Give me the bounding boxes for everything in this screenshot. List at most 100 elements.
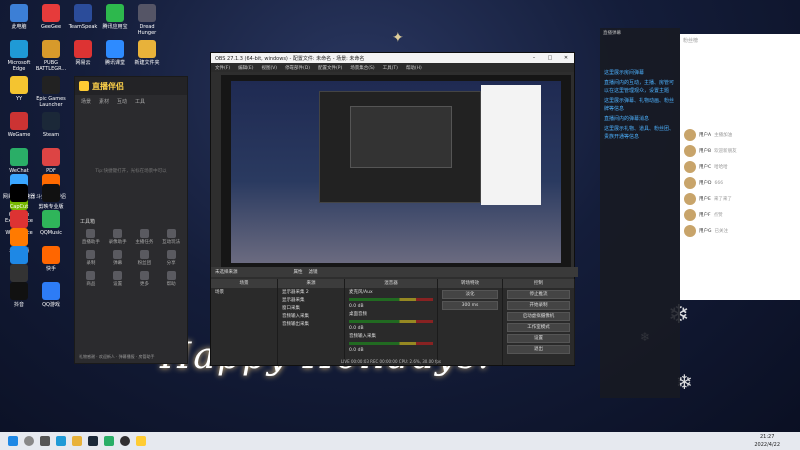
properties-button[interactable]: 属性	[294, 269, 303, 275]
avatar	[684, 129, 696, 141]
maximize-icon[interactable]: □	[542, 55, 558, 61]
menu-item[interactable]: 编辑(E)	[238, 65, 253, 71]
obs-taskbar-icon[interactable]	[120, 436, 130, 446]
control-button[interactable]: 开始录制	[507, 301, 570, 310]
star-decoration: ✦	[392, 30, 404, 46]
app-icon	[74, 40, 92, 58]
windows-start-icon[interactable]	[8, 436, 18, 446]
tool-share[interactable]: 分享	[160, 250, 182, 266]
tool-danmu[interactable]: 弹幕	[107, 250, 129, 266]
close-icon[interactable]: ✕	[558, 55, 574, 61]
tab-assets[interactable]: 素材	[99, 98, 109, 105]
tool-fans[interactable]: 粉丝团	[134, 250, 156, 266]
tool-more[interactable]: 更多	[134, 271, 156, 287]
desktop-icon[interactable]: WeGame	[2, 112, 36, 150]
desktop-icon[interactable]: Steam	[34, 112, 68, 150]
fan-row[interactable]: 用户G 已关注	[680, 223, 800, 239]
volume-meter[interactable]	[349, 298, 433, 301]
desktop-icon[interactable]: Microsoft Edge	[2, 40, 36, 78]
source-item[interactable]: 音频输出采集	[278, 320, 344, 328]
tool-task[interactable]: 主播任务	[134, 229, 156, 245]
desktop-icon[interactable]: QQ游戏	[34, 282, 68, 320]
desktop-icon[interactable]: 快手	[34, 246, 68, 284]
control-button[interactable]: 设置	[507, 334, 570, 343]
volume-meter[interactable]	[349, 342, 433, 345]
system-clock[interactable]: 21:27 2022/4/22	[754, 433, 780, 449]
live-companion-header: 直播伴侣	[75, 77, 187, 95]
desktop-icon[interactable]: PDF	[34, 148, 68, 186]
tool-help[interactable]: 帮助	[160, 271, 182, 287]
menu-item[interactable]: 文件(F)	[215, 65, 230, 71]
desktop-icon[interactable]: WeChat	[2, 148, 36, 186]
edge-taskbar-icon[interactable]	[56, 436, 66, 446]
steam-taskbar-icon[interactable]	[88, 436, 98, 446]
tool-goods[interactable]: 商品	[80, 271, 102, 287]
obs-preview[interactable]	[221, 75, 571, 267]
control-button[interactable]: 工作室模式	[507, 323, 570, 332]
desktop-icon[interactable]: 腾讯课堂	[98, 40, 132, 78]
search-icon[interactable]	[24, 436, 34, 446]
source-item[interactable]: 窗口采集	[278, 304, 344, 312]
filters-button[interactable]: 滤镜	[309, 269, 318, 275]
control-button[interactable]: 启动虚拟摄像机	[507, 312, 570, 321]
desktop-icon-label: WeChat	[9, 168, 29, 174]
menu-item[interactable]: 帮助(H)	[406, 65, 422, 71]
app-icon	[10, 76, 28, 94]
danmu-message: 这里展示房间弹幕	[604, 70, 645, 76]
tool-game[interactable]: 互动玩法	[160, 229, 182, 245]
source-item[interactable]: 显示器采集	[278, 296, 344, 304]
duration-input[interactable]: 300 ms	[442, 301, 498, 310]
live-footer: 礼物感谢 · 欢迎新人 · 弹幕播报 · 房管助手	[79, 354, 155, 359]
live-taskbar-icon[interactable]	[136, 436, 146, 446]
fan-row[interactable]: 用户D 666	[680, 175, 800, 191]
menu-item[interactable]: 场景集合(S)	[350, 65, 374, 71]
wechat-taskbar-icon[interactable]	[104, 436, 114, 446]
desktop-icon[interactable]: YY	[2, 76, 36, 114]
task-view-icon[interactable]	[40, 436, 50, 446]
app-icon	[138, 4, 156, 22]
minimize-icon[interactable]: –	[526, 55, 542, 61]
folder-taskbar-icon[interactable]	[72, 436, 82, 446]
fan-row[interactable]: 用户F 点赞	[680, 207, 800, 223]
mixer-db: 0.0 dB	[349, 348, 364, 353]
fan-row[interactable]: 用户C 哈哈哈	[680, 159, 800, 175]
desktop-icon[interactable]: TeamSpeak	[66, 4, 100, 42]
fan-row[interactable]: 用户B 欢迎新朋友	[680, 143, 800, 159]
desktop-icon[interactable]: 此电脑	[2, 4, 36, 42]
menu-item[interactable]: 视图(V)	[261, 65, 277, 71]
desktop-icon[interactable]: 抖音	[2, 282, 36, 320]
fan-row[interactable]: 用户A 主播加油	[680, 127, 800, 143]
control-button[interactable]: 退出	[507, 345, 570, 354]
desktop-icon[interactable]: CapCut	[2, 184, 36, 222]
tab-interact[interactable]: 互动	[117, 98, 127, 105]
desktop-icon[interactable]: 剪映专业版	[34, 184, 68, 222]
desktop-icon[interactable]: GeeGee	[34, 4, 68, 42]
desktop-icon-label: PUBG BATTLEGR...	[35, 60, 67, 72]
desktop-icon[interactable]: 网易云	[66, 40, 100, 78]
fan-row[interactable]: 用户E 来了来了	[680, 191, 800, 207]
scene-item[interactable]: 场景	[211, 288, 277, 296]
menu-item[interactable]: 配置文件(P)	[318, 65, 342, 71]
tab-scenes[interactable]: 场景	[81, 98, 91, 105]
tool-record[interactable]: 录制	[80, 250, 102, 266]
taskbar: 21:27 2022/4/22	[0, 432, 800, 450]
tool-camera[interactable]: 录像助手	[107, 229, 129, 245]
source-item[interactable]: 音频输入采集	[278, 312, 344, 320]
menu-item[interactable]: 工具(T)	[383, 65, 398, 71]
transition-select[interactable]: 淡化	[442, 290, 498, 299]
desktop-icon[interactable]: 腾讯应用宝	[98, 4, 132, 42]
tool-mic[interactable]: 直播助手	[80, 229, 102, 245]
tab-tools[interactable]: 工具	[135, 98, 145, 105]
desktop-icon[interactable]: Dread Hunger	[130, 4, 164, 42]
volume-meter[interactable]	[349, 320, 433, 323]
desktop-icon[interactable]: 新建文件夹	[130, 40, 164, 78]
source-item[interactable]: 显示器采集 2	[278, 288, 344, 296]
tool-gear[interactable]: 设置	[107, 271, 129, 287]
control-button[interactable]: 停止推流	[507, 290, 570, 299]
mixer-header: 混音器	[345, 279, 437, 288]
app-icon	[10, 40, 28, 58]
avatar	[684, 177, 696, 189]
desktop-icon[interactable]: PUBG BATTLEGR...	[34, 40, 68, 78]
menu-item[interactable]: 停靠部件(D)	[285, 65, 310, 71]
desktop-icon[interactable]: Epic Games Launcher	[34, 76, 68, 114]
